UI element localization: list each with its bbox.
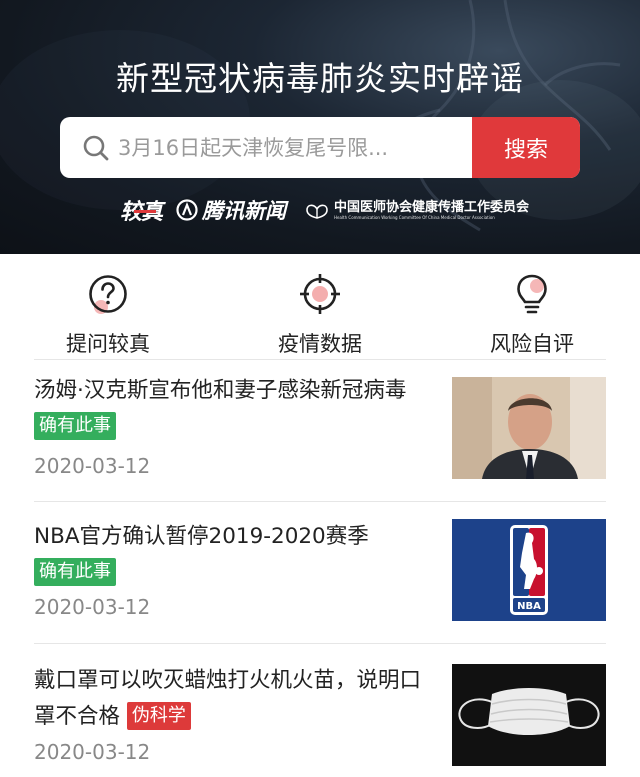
news-text: 戴口罩可以吹灭蜡烛打火机火苗，说明口罩不合格 伪科学 (34, 663, 434, 735)
news-title-text: NBA官方确认暂停2019-2020赛季 (34, 524, 369, 549)
news-title: NBA官方确认暂停2019-2020赛季 (34, 519, 434, 555)
news-item[interactable]: NBA官方确认暂停2019-2020赛季 确有此事 2020-03-12 NBA (34, 502, 606, 644)
search-bar: 搜索 (60, 117, 580, 178)
verdict-badge: 确有此事 (34, 412, 116, 440)
news-date: 2020-03-12 (34, 595, 151, 619)
tencent-news-icon (176, 199, 198, 221)
cma-logo: 中国医师协会健康传播工作委员会 Health Communication Wor… (304, 200, 529, 221)
lightbulb-icon (517, 274, 547, 314)
cma-emblem-icon (306, 204, 328, 219)
news-title: 戴口罩可以吹灭蜡烛打火机火苗，说明口罩不合格 伪科学 (34, 663, 434, 735)
tencent-news-label: 腾讯新闻 (202, 199, 287, 223)
news-text: NBA官方确认暂停2019-2020赛季 确有此事 (34, 519, 434, 586)
tom-hanks-photo (452, 377, 606, 479)
nav-label: 疫情数据 (278, 332, 362, 356)
news-thumbnail: NBA (452, 519, 606, 621)
hero-banner: 新型冠状病毒肺炎实时辟谣 搜索 较真 腾讯新闻 中国医师协会健康传 (0, 0, 640, 254)
search-input[interactable] (118, 117, 468, 178)
nba-logo-text: NBA (517, 601, 541, 612)
news-thumbnail (452, 377, 606, 479)
question-circle-icon (89, 275, 127, 314)
nav-risk-self-assessment[interactable]: 风险自评 (462, 272, 602, 358)
jiaozhen-logo: 较真 (120, 194, 163, 226)
nav-label: 风险自评 (490, 332, 574, 356)
nba-logo: NBA (452, 519, 606, 621)
news-title-text: 汤姆·汉克斯宣布他和妻子感染新冠病毒 (34, 378, 407, 403)
verdict-badge: 确有此事 (34, 558, 116, 586)
verdict-badge: 伪科学 (126, 702, 191, 730)
target-crosshair-icon (300, 274, 340, 314)
jiaozhen-logo-strike (134, 210, 156, 213)
page-title: 新型冠状病毒肺炎实时辟谣 (116, 59, 524, 98)
news-thumbnail (452, 664, 606, 766)
quick-nav: 提问较真 疫情数据 风险自评 (34, 254, 606, 360)
partner-logos: 较真 腾讯新闻 中国医师协会健康传播工作委员会 Health Communica… (120, 194, 529, 226)
news-date: 2020-03-12 (34, 454, 151, 478)
nav-epidemic-data[interactable]: 疫情数据 (250, 272, 390, 358)
cma-name-en: Health Communication Working Committee O… (334, 214, 495, 220)
nav-ask-jiaozhen[interactable]: 提问较真 (38, 272, 178, 358)
tencent-news-logo: 腾讯新闻 (176, 195, 286, 225)
search-button[interactable]: 搜索 (472, 117, 580, 178)
face-mask-photo (452, 664, 606, 766)
news-date: 2020-03-12 (34, 740, 151, 764)
search-icon (83, 135, 109, 161)
nav-label: 提问较真 (66, 332, 150, 356)
cma-name-cn: 中国医师协会健康传播工作委员会 (334, 199, 530, 215)
news-title-text: 戴口罩可以吹灭蜡烛打火机火苗，说明口罩不合格 (34, 668, 422, 729)
news-text: 汤姆·汉克斯宣布他和妻子感染新冠病毒 确有此事 (34, 373, 434, 445)
news-item[interactable]: 戴口罩可以吹灭蜡烛打火机火苗，说明口罩不合格 伪科学 2020-03-12 (34, 644, 606, 777)
news-item[interactable]: 汤姆·汉克斯宣布他和妻子感染新冠病毒 确有此事 2020-03-12 (34, 360, 606, 502)
news-title: 汤姆·汉克斯宣布他和妻子感染新冠病毒 确有此事 (34, 373, 434, 445)
